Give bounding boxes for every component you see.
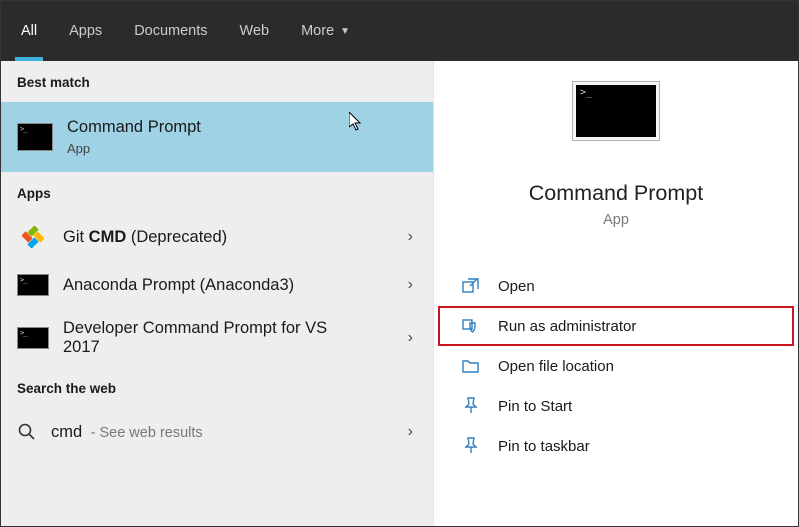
tab-all[interactable]: All (5, 1, 53, 61)
preview-panel: Command Prompt App Open Run as administr… (433, 61, 798, 526)
action-open[interactable]: Open (438, 266, 794, 306)
tab-apps-label: Apps (69, 23, 102, 39)
anaconda-prompt-icon (17, 273, 49, 297)
admin-shield-icon (462, 317, 480, 335)
action-open-location-label: Open file location (498, 358, 614, 375)
tab-more-label: More (301, 23, 334, 39)
tab-web[interactable]: Web (224, 1, 286, 61)
app-result-anaconda[interactable]: Anaconda Prompt (Anaconda3) › (1, 261, 433, 309)
app-anaconda-text: Anaconda Prompt (Anaconda3) (63, 276, 394, 295)
action-pin-start-label: Pin to Start (498, 398, 572, 415)
chevron-right-icon[interactable]: › (408, 228, 413, 246)
chevron-right-icon[interactable]: › (408, 329, 413, 347)
tab-more[interactable]: More ▼ (285, 1, 366, 61)
web-query: cmd (51, 423, 82, 441)
app-result-git-cmd[interactable]: Git CMD (Deprecated) › (1, 213, 433, 261)
chevron-right-icon[interactable]: › (408, 423, 413, 441)
app-git-title: Git CMD (Deprecated) (63, 228, 394, 247)
web-result[interactable]: cmd - See web results › (1, 408, 433, 456)
preview-app-icon (572, 81, 660, 141)
action-open-file-location[interactable]: Open file location (438, 346, 794, 386)
app-vs2017-text: Developer Command Prompt for VS 2017 (63, 319, 394, 357)
tab-web-label: Web (240, 23, 270, 39)
vs-prompt-icon (17, 326, 49, 350)
app-vs2017-title: Developer Command Prompt for VS 2017 (63, 319, 363, 357)
best-match-result[interactable]: Command Prompt App (1, 102, 433, 172)
tab-documents[interactable]: Documents (118, 1, 223, 61)
search-icon (17, 422, 37, 442)
action-pin-taskbar-label: Pin to taskbar (498, 438, 590, 455)
results-panel: Best match Command Prompt App Apps (1, 61, 433, 526)
pin-start-icon (462, 397, 480, 415)
chevron-right-icon[interactable]: › (408, 276, 413, 294)
best-match-text: Command Prompt App (67, 118, 417, 156)
action-run-as-admin[interactable]: Run as administrator (438, 306, 794, 346)
folder-icon (462, 357, 480, 375)
section-search-web: Search the web (1, 367, 433, 408)
chevron-down-icon: ▼ (340, 26, 350, 37)
action-pin-to-start[interactable]: Pin to Start (438, 386, 794, 426)
app-git-text: Git CMD (Deprecated) (63, 228, 394, 247)
app-result-vs2017[interactable]: Developer Command Prompt for VS 2017 › (1, 309, 433, 367)
tab-documents-label: Documents (134, 23, 207, 39)
best-match-subtitle: App (67, 141, 417, 156)
best-match-title: Command Prompt (67, 118, 417, 137)
git-icon (17, 225, 49, 249)
action-run-as-admin-label: Run as administrator (498, 318, 636, 335)
preview-title: Command Prompt (434, 181, 798, 206)
action-pin-to-taskbar[interactable]: Pin to taskbar (438, 426, 794, 466)
app-anaconda-title: Anaconda Prompt (Anaconda3) (63, 276, 394, 295)
tab-apps[interactable]: Apps (53, 1, 118, 61)
command-prompt-icon (17, 123, 53, 151)
open-icon (462, 277, 480, 295)
section-best-match: Best match (1, 61, 433, 102)
search-header: All Apps Documents Web More ▼ (1, 1, 798, 61)
preview-subtitle: App (434, 212, 798, 228)
section-apps: Apps (1, 172, 433, 213)
tab-all-label: All (21, 23, 37, 39)
pin-taskbar-icon (462, 437, 480, 455)
web-query-text: cmd - See web results (51, 423, 394, 442)
web-hint: - See web results (91, 425, 203, 441)
action-open-label: Open (498, 278, 535, 295)
